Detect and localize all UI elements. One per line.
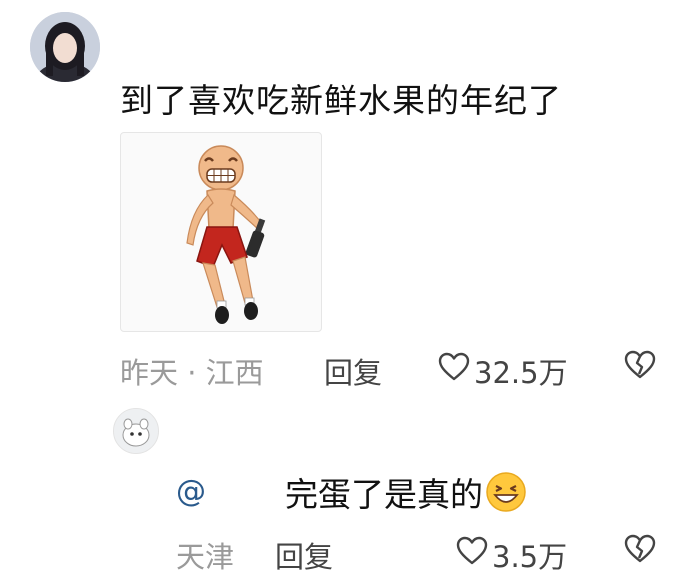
dislike-broken-heart-icon[interactable] — [624, 350, 656, 380]
dislike-broken-heart-icon[interactable] — [624, 534, 656, 564]
reply-text: 完蛋了是真的 — [285, 468, 527, 516]
reply-like-count: 3.5万 — [492, 540, 568, 574]
grinning-squinting-face-icon — [485, 471, 527, 513]
reply-location: 天津 — [176, 540, 235, 574]
reply-avatar[interactable] — [113, 408, 159, 454]
heart-icon[interactable] — [456, 536, 488, 566]
reply-button[interactable]: 回复 — [324, 350, 382, 392]
sticker-head — [198, 145, 244, 191]
avatar[interactable] — [30, 12, 100, 82]
mention-link[interactable]: @ — [176, 474, 206, 509]
heart-icon[interactable] — [438, 352, 470, 382]
comment-text: 到了喜欢吃新鲜水果的年纪了 — [120, 81, 562, 120]
sticker-image[interactable] — [120, 132, 322, 332]
like-count: 32.5万 — [474, 356, 568, 390]
reply-reply-button[interactable]: 回复 — [275, 534, 333, 576]
reply-text-content: 完蛋了是真的 — [285, 475, 483, 514]
comment-time-location: 昨天 · 江西 — [120, 356, 264, 390]
